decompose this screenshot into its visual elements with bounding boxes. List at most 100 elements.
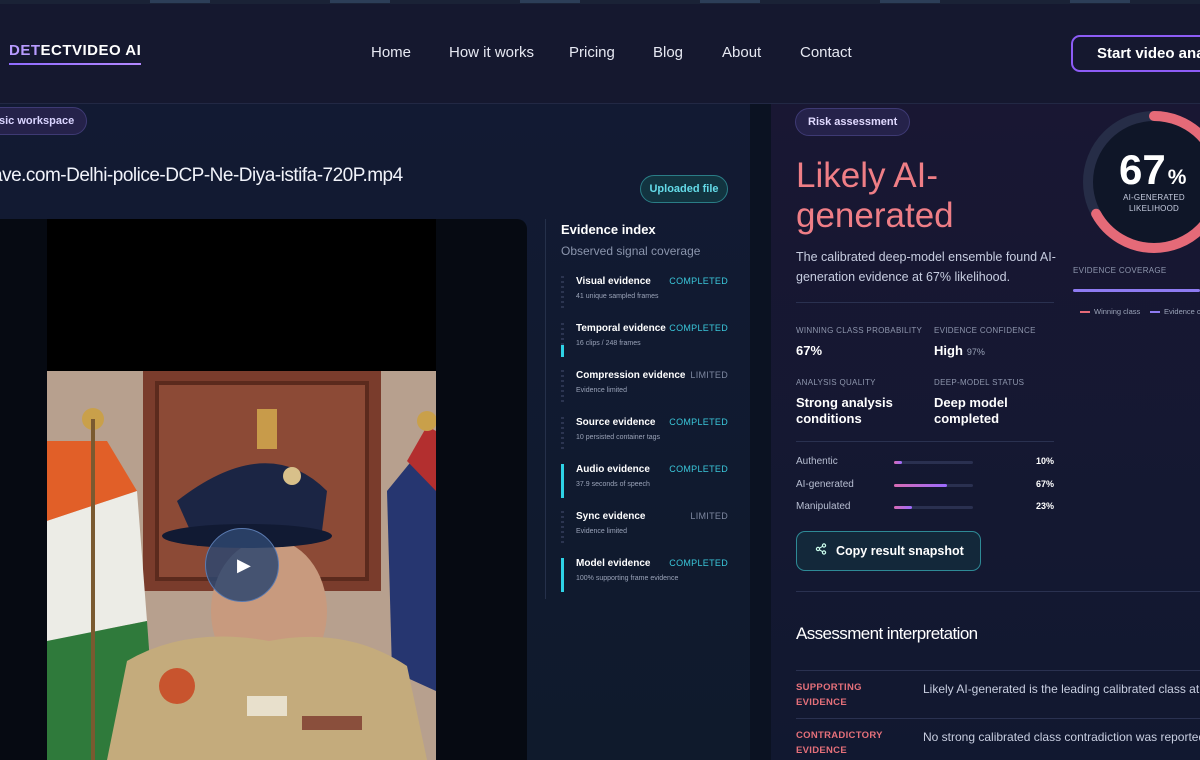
verdict-title: Likely AI-generated xyxy=(796,156,954,235)
evidence-item-detail: Evidence limited xyxy=(576,528,627,535)
evidence-item-title: Source evidence xyxy=(576,417,656,428)
legend-label: Winning class xyxy=(1094,307,1141,316)
stat-value: Strong analysis conditions xyxy=(796,395,893,426)
copy-snapshot-button[interactable]: Copy result snapshot xyxy=(796,531,981,571)
panel-divider xyxy=(750,104,771,760)
stat-deep-model-status: DEEP-MODEL STATUS Deep model completed xyxy=(934,378,1064,427)
video-player[interactable] xyxy=(0,219,527,760)
stat-label: WINNING CLASS PROBABILITY xyxy=(796,326,923,335)
evidence-index-rule xyxy=(545,219,546,599)
likelihood-caption: AI-GENERATED LIKELIHOOD xyxy=(1123,193,1185,213)
evidence-item-status: COMPLETED xyxy=(669,464,728,474)
divider-1 xyxy=(796,302,1054,303)
probability-label: Authentic xyxy=(796,456,838,467)
probability-label: AI-generated xyxy=(796,479,854,490)
evidence-item-title: Model evidence xyxy=(576,558,651,569)
probability-percent: 23% xyxy=(1035,501,1054,511)
evidence-item-status: COMPLETED xyxy=(669,417,728,427)
interpretation-title: Assessment interpretation xyxy=(796,624,978,643)
probability-fill xyxy=(894,461,902,464)
evidence-item-title: Temporal evidence xyxy=(576,323,666,334)
divider-4 xyxy=(796,670,1200,671)
evidence-item-status: LIMITED xyxy=(690,370,728,380)
evidence-item[interactable]: Model evidence 100% supporting frame evid… xyxy=(561,558,743,598)
nav-how-it-works[interactable]: How it works xyxy=(449,44,534,61)
contradictory-evidence-label: CONTRADICTORY EVIDENCE xyxy=(796,730,883,756)
evidence-level-fill xyxy=(561,345,564,357)
likelihood-percent: 67% xyxy=(1119,146,1186,194)
start-analysis-button[interactable]: Start video analy xyxy=(1071,35,1200,72)
evidence-level-bar xyxy=(561,370,564,404)
evidence-item[interactable]: Source evidence 10 persisted container ta… xyxy=(561,417,743,457)
stat-value: 67% xyxy=(796,343,823,358)
workspace-pill: sic workspace xyxy=(0,107,88,135)
supporting-evidence-text: Likely AI-generated is the leading calib… xyxy=(923,682,1200,696)
probability-row-ai-generated: AI-generated 67% xyxy=(796,479,1054,493)
legend-winning-class: Winning class xyxy=(1080,307,1140,316)
evidence-item-status: COMPLETED xyxy=(669,276,728,286)
evidence-item-status: LIMITED xyxy=(690,511,728,521)
evidence-item-detail: 16 clips / 248 frames xyxy=(576,340,641,347)
evidence-item[interactable]: Visual evidence 41 unique sampled frames C… xyxy=(561,276,743,316)
divider-5 xyxy=(796,718,1200,719)
play-button[interactable]: ▶ xyxy=(205,528,279,602)
evidence-item[interactable]: Temporal evidence 16 clips / 248 frames CO… xyxy=(561,323,743,363)
evidence-coverage-label: EVIDENCE COVERAGE xyxy=(1073,266,1167,275)
evidence-item-detail: 41 unique sampled frames xyxy=(576,293,659,300)
probability-fill xyxy=(894,484,947,487)
contradictory-evidence-text: No strong calibrated class contradiction… xyxy=(923,730,1200,744)
stat-value: Deep model completed xyxy=(934,395,1008,426)
evidence-level-bar xyxy=(561,417,564,451)
play-icon: ▶ xyxy=(237,555,251,575)
probability-track xyxy=(894,506,973,509)
stat-label: DEEP-MODEL STATUS xyxy=(934,378,1025,387)
site-header: DETECTVIDEO AI Home How it works Pricing… xyxy=(0,4,1200,104)
nav-about[interactable]: About xyxy=(722,44,761,61)
evidence-index-title: Evidence index xyxy=(561,222,656,237)
risk-assessment-pill: Risk assessment xyxy=(795,108,911,136)
evidence-item-detail: 10 persisted container tags xyxy=(576,434,661,441)
main-nav: Home How it works Pricing Blog About Con… xyxy=(0,44,1200,64)
evidence-item-detail: 100% supporting frame evidence xyxy=(576,575,679,582)
nav-pricing[interactable]: Pricing xyxy=(569,44,615,61)
supporting-evidence-label: SUPPORTING EVIDENCE xyxy=(796,682,862,708)
evidence-coverage-bar xyxy=(1073,289,1200,292)
stat-label: ANALYSIS QUALITY xyxy=(796,378,876,387)
verdict-description: The calibrated deep-model ensemble found… xyxy=(796,250,1056,284)
evidence-item[interactable]: Compression evidence Evidence limited LIMI… xyxy=(561,370,743,410)
probability-fill xyxy=(894,506,912,509)
probability-percent: 67% xyxy=(1035,479,1054,489)
probability-row-manipulated: Manipulated 23% xyxy=(796,501,1054,515)
nav-blog[interactable]: Blog xyxy=(653,44,683,61)
legend-evidence: Evidence c xyxy=(1150,307,1200,316)
copy-snapshot-label: Copy result snapshot xyxy=(836,544,964,558)
evidence-level-bar xyxy=(561,323,564,357)
uploaded-file-badge: Uploaded file xyxy=(640,175,728,203)
evidence-item[interactable]: Sync evidence Evidence limited LIMITED xyxy=(561,511,743,551)
video-filename: ave.com-Delhi-police-DCP-Ne-Diya-istifa-… xyxy=(0,165,403,186)
stat-value-row: High 97% xyxy=(934,343,1064,360)
stat-label: EVIDENCE CONFIDENCE xyxy=(934,326,1036,335)
nav-home[interactable]: Home xyxy=(371,44,411,61)
evidence-level-bar xyxy=(561,464,564,498)
evidence-item[interactable]: Audio evidence 37.9 seconds of speech COMP… xyxy=(561,464,743,504)
video-frame[interactable] xyxy=(47,219,436,760)
evidence-item-status: COMPLETED xyxy=(669,323,728,333)
stat-analysis-quality: ANALYSIS QUALITY Strong analysis conditi… xyxy=(796,378,926,427)
evidence-item-detail: Evidence limited xyxy=(576,387,627,394)
likelihood-unit: % xyxy=(1167,166,1187,189)
stat-extra: 97% xyxy=(966,347,985,357)
evidence-item-status: COMPLETED xyxy=(669,558,728,568)
probability-percent: 10% xyxy=(1035,456,1054,466)
evidence-level-bar xyxy=(561,276,564,310)
evidence-level-bar xyxy=(561,511,564,545)
evidence-item-title: Compression evidence xyxy=(576,370,686,381)
share-icon xyxy=(815,543,827,558)
evidence-item-detail: 37.9 seconds of speech xyxy=(576,481,650,488)
probability-track xyxy=(894,484,973,487)
probability-track xyxy=(894,461,973,464)
evidence-index: Evidence index Observed signal coverage … xyxy=(545,219,740,599)
likelihood-value: 67 xyxy=(1119,146,1166,193)
evidence-index-subtitle: Observed signal coverage xyxy=(561,244,701,258)
nav-contact[interactable]: Contact xyxy=(800,44,852,61)
